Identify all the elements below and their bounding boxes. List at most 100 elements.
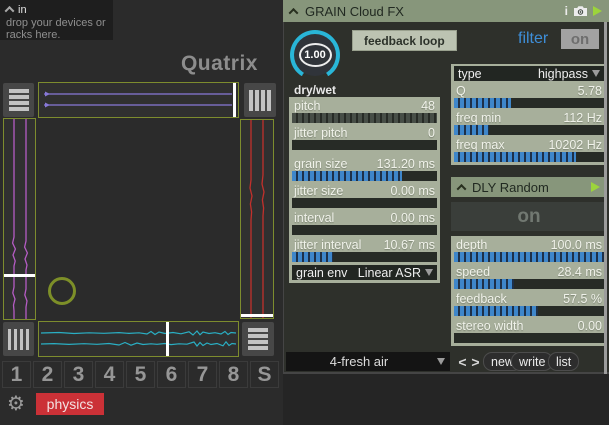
filter-on-toggle[interactable]: on: [561, 29, 599, 49]
grain-size-slider[interactable]: [292, 171, 437, 181]
param-interval: interval 0.00 ms: [291, 211, 438, 235]
physics-button[interactable]: physics: [36, 393, 104, 415]
grain-env-label: grain env: [296, 265, 348, 280]
scene-button-4[interactable]: 4: [95, 361, 124, 388]
right-waveform-strip[interactable]: [240, 119, 274, 319]
top-waveform-strip[interactable]: [38, 82, 239, 118]
grain-params-block: pitch 48 jitter pitch 0 grain size 131.2…: [289, 97, 440, 283]
camera-icon[interactable]: [573, 5, 588, 17]
preset-dropdown[interactable]: 4-fresh air: [286, 352, 450, 371]
panel-scrollbar[interactable]: [604, 0, 607, 374]
param-q: Q 5.78: [453, 84, 605, 108]
param-label: Q: [456, 84, 466, 98]
jitter-size-slider[interactable]: [292, 198, 437, 208]
xy-cursor[interactable]: [48, 277, 76, 305]
freq-min-slider[interactable]: [454, 125, 604, 135]
menu-vertical-icon[interactable]: [244, 83, 276, 117]
slider-fill: [292, 171, 403, 181]
scene-button-8[interactable]: 8: [219, 361, 248, 388]
playhead: [241, 314, 273, 317]
dropdown-arrow-icon: [592, 70, 600, 77]
feedback-slider[interactable]: [454, 306, 604, 316]
param-value: 112 Hz: [563, 111, 602, 125]
feedback-loop-button[interactable]: feedback loop: [352, 30, 457, 51]
input-drop-tooltip: in drop your devices or racks here.: [0, 0, 113, 41]
param-label: depth: [456, 238, 488, 252]
right-waveform: [249, 120, 265, 318]
param-jitter-interval: jitter interval 10.67 ms: [291, 238, 438, 262]
depth-slider[interactable]: [454, 252, 604, 262]
dly-params-block: depth 100.0 ms speed 28.4 ms feedback 57…: [451, 236, 607, 346]
speed-slider[interactable]: [454, 279, 604, 289]
slider-fill: [454, 279, 514, 289]
left-waveform: [11, 119, 29, 319]
left-waveform-strip[interactable]: [3, 118, 36, 320]
param-label: freq min: [456, 111, 502, 125]
panel-divider: [283, 372, 609, 374]
tooltip-text: drop your devices or racks here.: [6, 17, 106, 41]
param-freq-min: freq min 112 Hz: [453, 111, 605, 135]
bottom-waveform: [40, 330, 237, 347]
dly-on-toggle[interactable]: on: [451, 202, 607, 231]
param-value: 0: [428, 126, 435, 140]
scene-button-7[interactable]: 7: [188, 361, 217, 388]
preset-prev-button[interactable]: <: [456, 352, 469, 371]
scene-button-5[interactable]: 5: [126, 361, 155, 388]
param-jitter-pitch: jitter pitch 0: [291, 126, 438, 150]
chevron-up-icon[interactable]: [4, 5, 15, 16]
freq-max-slider[interactable]: [454, 152, 604, 162]
param-depth: depth 100.0 ms: [453, 238, 605, 262]
grain-env-value: Linear ASR: [357, 265, 421, 280]
info-icon[interactable]: i: [565, 4, 568, 18]
grain-panel-header: GRAIN Cloud FX i: [283, 0, 609, 22]
pitch-slider[interactable]: [292, 113, 437, 123]
slider-fill: [454, 152, 576, 162]
chevron-up-icon[interactable]: [456, 183, 467, 194]
play-icon[interactable]: [591, 182, 600, 192]
menu-horizontal-icon[interactable]: [3, 83, 34, 117]
param-stereo-width: stereo width 0.00: [453, 319, 605, 343]
stereo-width-slider[interactable]: [454, 333, 604, 343]
dly-title: DLY Random: [472, 179, 549, 195]
jitter-pitch-slider[interactable]: [292, 140, 437, 150]
param-value: 10.67 ms: [383, 238, 435, 252]
grain-env-dropdown[interactable]: grain env Linear ASR: [292, 265, 437, 280]
jitter-interval-slider[interactable]: [292, 252, 437, 262]
gear-icon[interactable]: ⚙: [7, 392, 25, 414]
dly-random-header: DLY Random: [451, 177, 607, 197]
slider-fill: [454, 306, 538, 316]
drywet-knob[interactable]: 1.00: [290, 30, 340, 80]
preset-list-button[interactable]: list: [548, 352, 580, 371]
dropdown-arrow-icon: [425, 269, 433, 276]
param-label: freq max: [456, 138, 505, 152]
scene-button-2[interactable]: 2: [33, 361, 62, 388]
slider-fill: [454, 98, 511, 108]
filter-section-label: filter: [518, 30, 549, 47]
param-freq-max: freq max 10202 Hz: [453, 138, 605, 162]
param-label: jitter interval: [294, 238, 362, 252]
bottom-waveform-strip[interactable]: [38, 321, 239, 357]
scene-button-3[interactable]: 3: [64, 361, 93, 388]
menu-vertical-icon[interactable]: [3, 322, 34, 356]
scene-button-stop[interactable]: S: [250, 361, 279, 388]
filter-type-dropdown[interactable]: type highpass: [454, 66, 604, 81]
param-label: interval: [294, 211, 335, 225]
play-icon[interactable]: [593, 6, 602, 16]
param-label: grain size: [294, 157, 348, 171]
preset-next-button[interactable]: >: [469, 352, 482, 371]
drywet-label: dry/wet: [293, 83, 336, 97]
param-value: 0.00: [577, 319, 602, 333]
param-value: 10202 Hz: [548, 138, 602, 152]
param-value: 5.78: [577, 84, 602, 98]
slider-fill: [454, 252, 604, 262]
menu-horizontal-icon[interactable]: [242, 322, 274, 356]
scene-button-1[interactable]: 1: [2, 361, 31, 388]
interval-slider[interactable]: [292, 225, 437, 235]
slider-fill: [454, 125, 489, 135]
q-slider[interactable]: [454, 98, 604, 108]
chevron-up-icon[interactable]: [288, 7, 299, 18]
knob-face: 1.00: [294, 34, 336, 76]
param-feedback: feedback 57.5 %: [453, 292, 605, 316]
scene-button-6[interactable]: 6: [157, 361, 186, 388]
param-label: speed: [456, 265, 491, 279]
